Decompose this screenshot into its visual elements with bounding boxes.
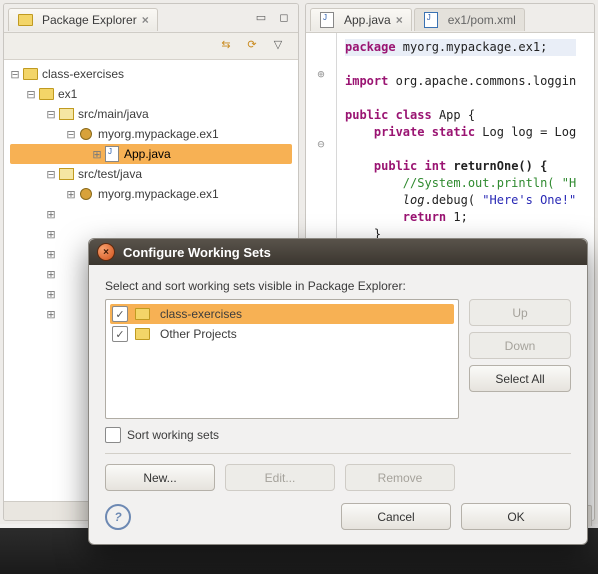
twisty-collapsed-icon[interactable]: ⊞ [44,288,58,301]
close-icon[interactable]: × [97,243,115,261]
java-file-icon [104,146,120,162]
view-menu-icon[interactable]: ▽ [268,37,288,55]
tab-pom-xml[interactable]: ex1/pom.xml [414,8,525,31]
package-icon [78,126,94,142]
twisty-collapsed-icon[interactable]: ⊞ [90,148,104,161]
checkbox[interactable] [112,326,128,342]
sort-checkbox[interactable] [105,427,121,443]
tree-root[interactable]: class-exercises [42,67,124,81]
fold-expand-icon[interactable]: ⊕ [306,67,336,81]
dialog-titlebar[interactable]: × Configure Working Sets [89,239,587,265]
configure-working-sets-dialog: × Configure Working Sets Select and sort… [88,238,588,545]
twisty-expanded-icon[interactable]: ⊟ [44,168,58,181]
tree-pkg2[interactable]: myorg.mypackage.ex1 [98,187,219,201]
up-button[interactable]: Up [469,299,571,326]
checkbox[interactable] [112,306,128,322]
java-file-icon [319,12,335,28]
link-editor-icon[interactable]: ⟳ [242,37,262,55]
cancel-button[interactable]: Cancel [341,503,451,530]
twisty-expanded-icon[interactable]: ⊟ [8,68,22,81]
editor-tab-row: App.java × ex1/pom.xml [306,4,594,33]
view-title: Package Explorer [42,13,137,27]
tree-project[interactable]: ex1 [58,87,77,101]
view-tab-row: Package Explorer × ▭ ◻ [4,4,298,33]
list-item[interactable]: Other Projects [110,324,454,344]
package-icon [78,186,94,202]
twisty-collapsed-icon[interactable]: ⊞ [44,208,58,221]
view-toolbar: ⇆ ⟳ ▽ [4,33,298,60]
package-explorer-icon [17,12,33,28]
edit-button[interactable]: Edit... [225,464,335,491]
project-icon [38,86,54,102]
ok-button[interactable]: OK [461,503,571,530]
close-icon[interactable]: × [142,13,149,27]
remove-button[interactable]: Remove [345,464,455,491]
tab-label: App.java [344,13,391,27]
close-icon[interactable]: × [396,13,403,27]
select-all-button[interactable]: Select All [469,365,571,392]
twisty-collapsed-icon[interactable]: ⊞ [44,308,58,321]
workingset-icon [22,66,38,82]
down-button[interactable]: Down [469,332,571,359]
sort-label: Sort working sets [127,428,219,442]
tree-src-test[interactable]: src/test/java [78,167,142,181]
workingset-icon [134,326,150,342]
collapse-all-icon[interactable]: ⇆ [216,37,236,55]
twisty-expanded-icon[interactable]: ⊟ [64,128,78,141]
tree-src-main[interactable]: src/main/java [78,107,149,121]
dialog-instruction: Select and sort working sets visible in … [105,279,571,293]
fold-collapse-icon[interactable]: ⊖ [306,137,336,151]
source-folder-icon [58,166,74,182]
tree-pkg1[interactable]: myorg.mypackage.ex1 [98,127,219,141]
twisty-collapsed-icon[interactable]: ⊞ [44,228,58,241]
twisty-collapsed-icon[interactable]: ⊞ [44,268,58,281]
workingset-icon [134,306,150,322]
twisty-collapsed-icon[interactable]: ⊞ [64,188,78,201]
list-item[interactable]: class-exercises [110,304,454,324]
working-sets-list[interactable]: class-exercises Other Projects [105,299,459,419]
new-button[interactable]: New... [105,464,215,491]
dialog-title: Configure Working Sets [123,245,271,260]
package-explorer-tab[interactable]: Package Explorer × [8,8,158,31]
separator [105,453,571,454]
maximize-icon[interactable]: ◻ [274,10,294,28]
tab-app-java[interactable]: App.java × [310,8,412,31]
item-label: class-exercises [160,307,242,321]
xml-file-icon [423,12,439,28]
twisty-collapsed-icon[interactable]: ⊞ [44,248,58,261]
tab-label: ex1/pom.xml [448,13,516,27]
tree-java-file[interactable]: App.java [124,147,171,161]
source-folder-icon [58,106,74,122]
minimize-icon[interactable]: ▭ [251,10,271,28]
item-label: Other Projects [160,327,237,341]
twisty-expanded-icon[interactable]: ⊟ [44,108,58,121]
twisty-expanded-icon[interactable]: ⊟ [24,88,38,101]
help-icon[interactable]: ? [105,504,131,530]
